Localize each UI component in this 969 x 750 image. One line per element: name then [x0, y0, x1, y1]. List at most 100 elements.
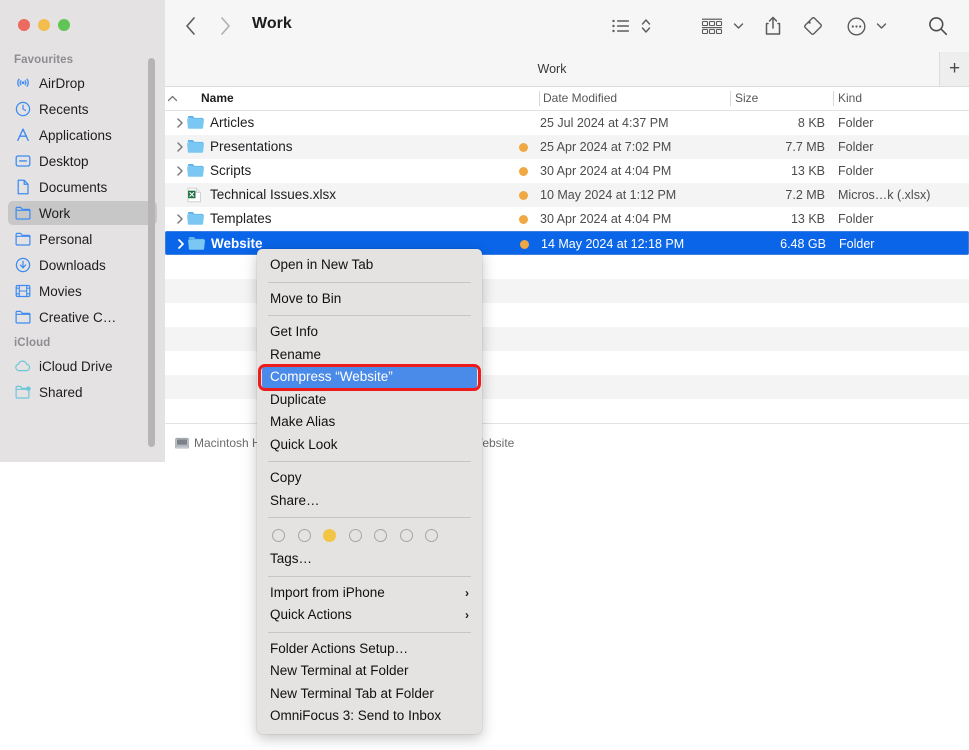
sidebar-item-label: Documents — [39, 179, 108, 195]
tag-color-dot[interactable] — [399, 529, 413, 542]
tag-dot-icon — [520, 240, 529, 249]
new-tab-button[interactable]: + — [939, 52, 969, 86]
menu-item-get-info[interactable]: Get Info — [257, 321, 482, 344]
search-icon[interactable] — [925, 13, 951, 39]
menu-item-folder-actions-setup[interactable]: Folder Actions Setup… — [257, 638, 482, 661]
desktop-icon — [14, 153, 32, 169]
column-header-kind[interactable]: Kind — [838, 87, 862, 110]
tag-color-row — [257, 523, 482, 548]
more-chevron-icon[interactable] — [873, 13, 889, 39]
sidebar-item-label: Desktop — [39, 153, 89, 169]
maximize-window-button[interactable] — [58, 19, 70, 31]
minimize-window-button[interactable] — [38, 19, 50, 31]
table-row[interactable]: Articles 25 Jul 2024 at 4:37 PM 8 KB Folder — [165, 111, 969, 135]
tab-work[interactable]: Work — [165, 52, 939, 86]
column-headers: Name Date Modified Size Kind — [165, 87, 969, 111]
menu-item-omnifocus-3-send-to-inbox[interactable]: OmniFocus 3: Send to Inbox — [257, 705, 482, 728]
file-date-modified: 14 May 2024 at 12:18 PM — [541, 237, 685, 251]
tag-dot-icon — [519, 143, 528, 152]
menu-item-label: Duplicate — [270, 391, 327, 407]
menu-item-quick-actions[interactable]: Quick Actions › — [257, 604, 482, 627]
disclosure-chevron-icon[interactable] — [174, 159, 186, 183]
menu-item-compress-website[interactable]: Compress “Website” — [262, 366, 477, 389]
column-header-name[interactable]: Name — [201, 87, 234, 110]
page-title: Work — [252, 15, 292, 32]
sidebar-item-creative-c[interactable]: Creative C… — [8, 305, 157, 329]
table-row[interactable]: Templates 30 Apr 2024 at 4:04 PM 13 KB Fold… — [165, 207, 969, 231]
sidebar-item-recents[interactable]: Recents — [8, 97, 157, 121]
menu-item-label: Get Info — [270, 324, 319, 339]
group-view-icon[interactable] — [698, 13, 726, 39]
file-name: Website — [211, 236, 263, 251]
file-kind: Micros…k (.xlsx) — [838, 188, 931, 202]
column-header-date-modified[interactable]: Date Modified — [543, 87, 617, 110]
file-kind: Folder — [838, 164, 874, 178]
sidebar-item-icloud-drive[interactable]: iCloud Drive — [8, 354, 157, 378]
sidebar-item-shared[interactable]: Shared — [8, 380, 157, 404]
menu-item-quick-look[interactable]: Quick Look — [257, 434, 482, 457]
close-window-button[interactable] — [18, 19, 30, 31]
sidebar-item-desktop[interactable]: Desktop — [8, 149, 157, 173]
menu-item-move-to-bin[interactable]: Move to Bin — [257, 288, 482, 311]
group-chevron-icon[interactable] — [730, 13, 746, 39]
sidebar-scrollbar[interactable] — [148, 58, 155, 447]
tag-color-dot[interactable] — [297, 529, 311, 542]
menu-item-rename[interactable]: Rename — [257, 344, 482, 367]
tag-color-dot[interactable] — [425, 529, 438, 542]
back-button[interactable] — [178, 14, 202, 38]
file-name: Scripts — [210, 163, 252, 178]
disclosure-chevron-icon[interactable] — [174, 207, 186, 231]
menu-item-label: Make Alias — [270, 414, 336, 429]
disclosure-chevron-icon[interactable] — [175, 232, 187, 256]
tag-icon[interactable] — [800, 13, 826, 39]
tag-color-dot[interactable] — [272, 529, 285, 542]
sidebar-item-documents[interactable]: Documents — [8, 175, 157, 199]
tag-color-dot[interactable] — [348, 529, 362, 542]
tag-color-dot[interactable] — [323, 529, 336, 542]
menu-item-label: Compress “Website” — [270, 369, 393, 384]
finder-window: Favourites AirDrop Recents Applications Desk… — [0, 0, 969, 750]
menu-item-import-from-iphone[interactable]: Import from iPhone › — [257, 582, 482, 605]
sidebar-item-applications[interactable]: Applications — [8, 123, 157, 147]
harddisk-icon — [175, 437, 189, 449]
sidebar-item-label: Shared — [39, 384, 83, 400]
column-header-size[interactable]: Size — [735, 87, 758, 110]
menu-item-copy[interactable]: Copy — [257, 467, 482, 490]
menu-item-open-in-new-tab[interactable]: Open in New Tab — [257, 254, 482, 277]
tag-color-dot[interactable] — [374, 529, 387, 542]
menu-item-new-terminal-at-folder[interactable]: New Terminal at Folder — [257, 660, 482, 683]
toolbar: Work — [165, 0, 969, 52]
table-row[interactable]: Technical Issues.xlsx 10 May 2024 at 1:12… — [165, 183, 969, 207]
menu-separator — [268, 315, 471, 316]
sidebar-item-label: Recents — [39, 101, 89, 117]
context-menu: Open in New Tab Move to Bin Get Info Rename… — [257, 249, 482, 734]
file-date-modified: 30 Apr 2024 at 4:04 PM — [540, 212, 672, 226]
more-icon[interactable] — [843, 13, 869, 39]
table-row[interactable]: Presentations 25 Apr 2024 at 7:02 PM 7.7 M… — [165, 135, 969, 159]
menu-item-new-terminal-tab-at-folder[interactable]: New Terminal Tab at Folder — [257, 683, 482, 706]
sidebar-item-airdrop[interactable]: AirDrop — [8, 71, 157, 95]
menu-item-duplicate[interactable]: Duplicate — [257, 389, 482, 412]
forward-button[interactable] — [213, 14, 237, 38]
download-icon — [14, 257, 32, 273]
menu-item-label: Tags… — [270, 551, 313, 566]
file-date-modified: 30 Apr 2024 at 4:04 PM — [540, 164, 672, 178]
menu-item-label: Import from iPhone — [270, 584, 385, 600]
list-view-icon[interactable] — [608, 13, 634, 39]
menu-item-label: Folder Actions Setup… — [270, 640, 409, 656]
sidebar-item-personal[interactable]: Personal — [8, 227, 157, 251]
file-date-modified: 10 May 2024 at 1:12 PM — [540, 188, 677, 202]
sidebar-item-downloads[interactable]: Downloads — [8, 253, 157, 277]
applications-icon — [14, 127, 32, 143]
share-icon[interactable] — [760, 13, 786, 39]
sidebar-section-header: Favourites — [14, 54, 74, 66]
disclosure-chevron-icon[interactable] — [174, 111, 186, 135]
sidebar-item-work[interactable]: Work — [8, 201, 157, 225]
sidebar-item-movies[interactable]: Movies — [8, 279, 157, 303]
sort-chevron-icon[interactable] — [638, 13, 654, 39]
menu-item-share[interactable]: Share… — [257, 490, 482, 513]
menu-item-tags[interactable]: Tags… — [257, 548, 482, 571]
table-row[interactable]: Scripts 30 Apr 2024 at 4:04 PM 13 KB Folder — [165, 159, 969, 183]
menu-item-make-alias[interactable]: Make Alias — [257, 411, 482, 434]
disclosure-chevron-icon[interactable] — [174, 135, 186, 159]
